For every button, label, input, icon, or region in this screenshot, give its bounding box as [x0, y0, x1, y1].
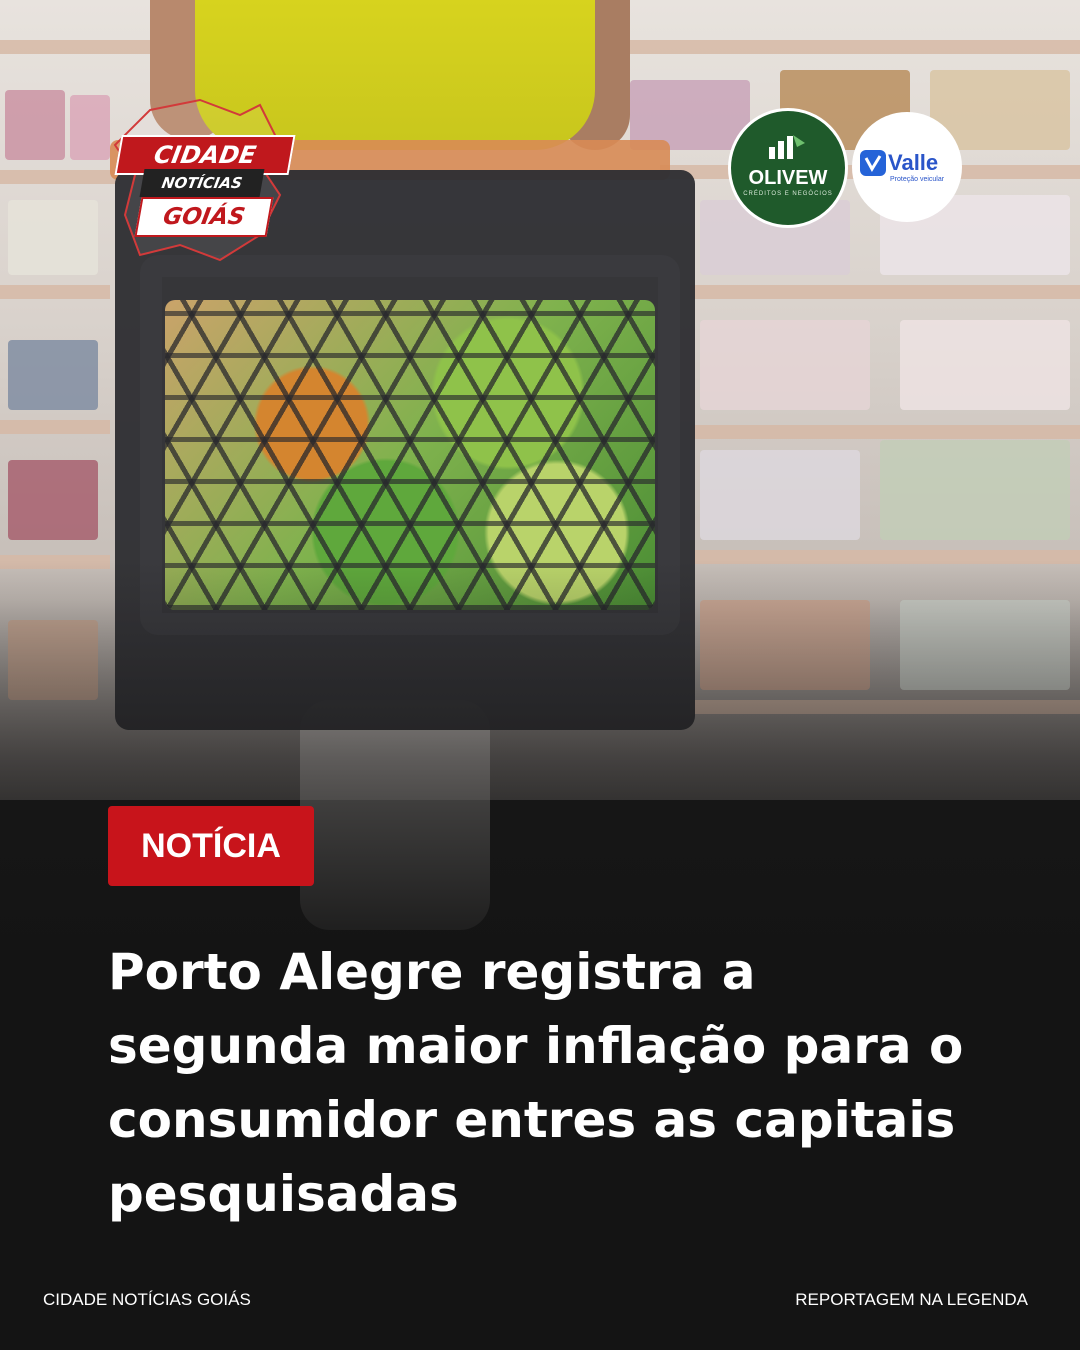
- olivew-sponsor-logo: OLIVEW CRÉDITOS E NEGÓCIOS: [728, 108, 848, 228]
- brand-line-2: NOTÍCIAS: [139, 169, 265, 197]
- olivew-tagline: CRÉDITOS E NEGÓCIOS: [743, 191, 833, 197]
- check-shield-icon: [860, 150, 886, 176]
- valle-name: Valle: [888, 150, 939, 175]
- category-badge: NOTÍCIA: [108, 806, 314, 886]
- olivew-name: OLIVEW: [748, 167, 828, 189]
- valle-tagline: Proteção veicular: [890, 176, 945, 183]
- bar-chart-icon: [769, 135, 805, 159]
- footer-source: CIDADE NOTÍCIAS GOIÁS: [43, 1290, 251, 1309]
- headline: Porto Alegre registra a segunda maior in…: [108, 943, 964, 1223]
- brand-line-3: GOIÁS: [134, 197, 274, 237]
- brand-logo: CIDADE NOTÍCIAS GOIÁS: [110, 95, 296, 275]
- news-post: CIDADE NOTÍCIAS GOIÁS OLIVEW CRÉDITOS E …: [0, 0, 1080, 1350]
- footer-cta: REPORTAGEM NA LEGENDA: [795, 1290, 1028, 1309]
- valle-sponsor-logo: Valle Proteção veicular: [852, 112, 962, 222]
